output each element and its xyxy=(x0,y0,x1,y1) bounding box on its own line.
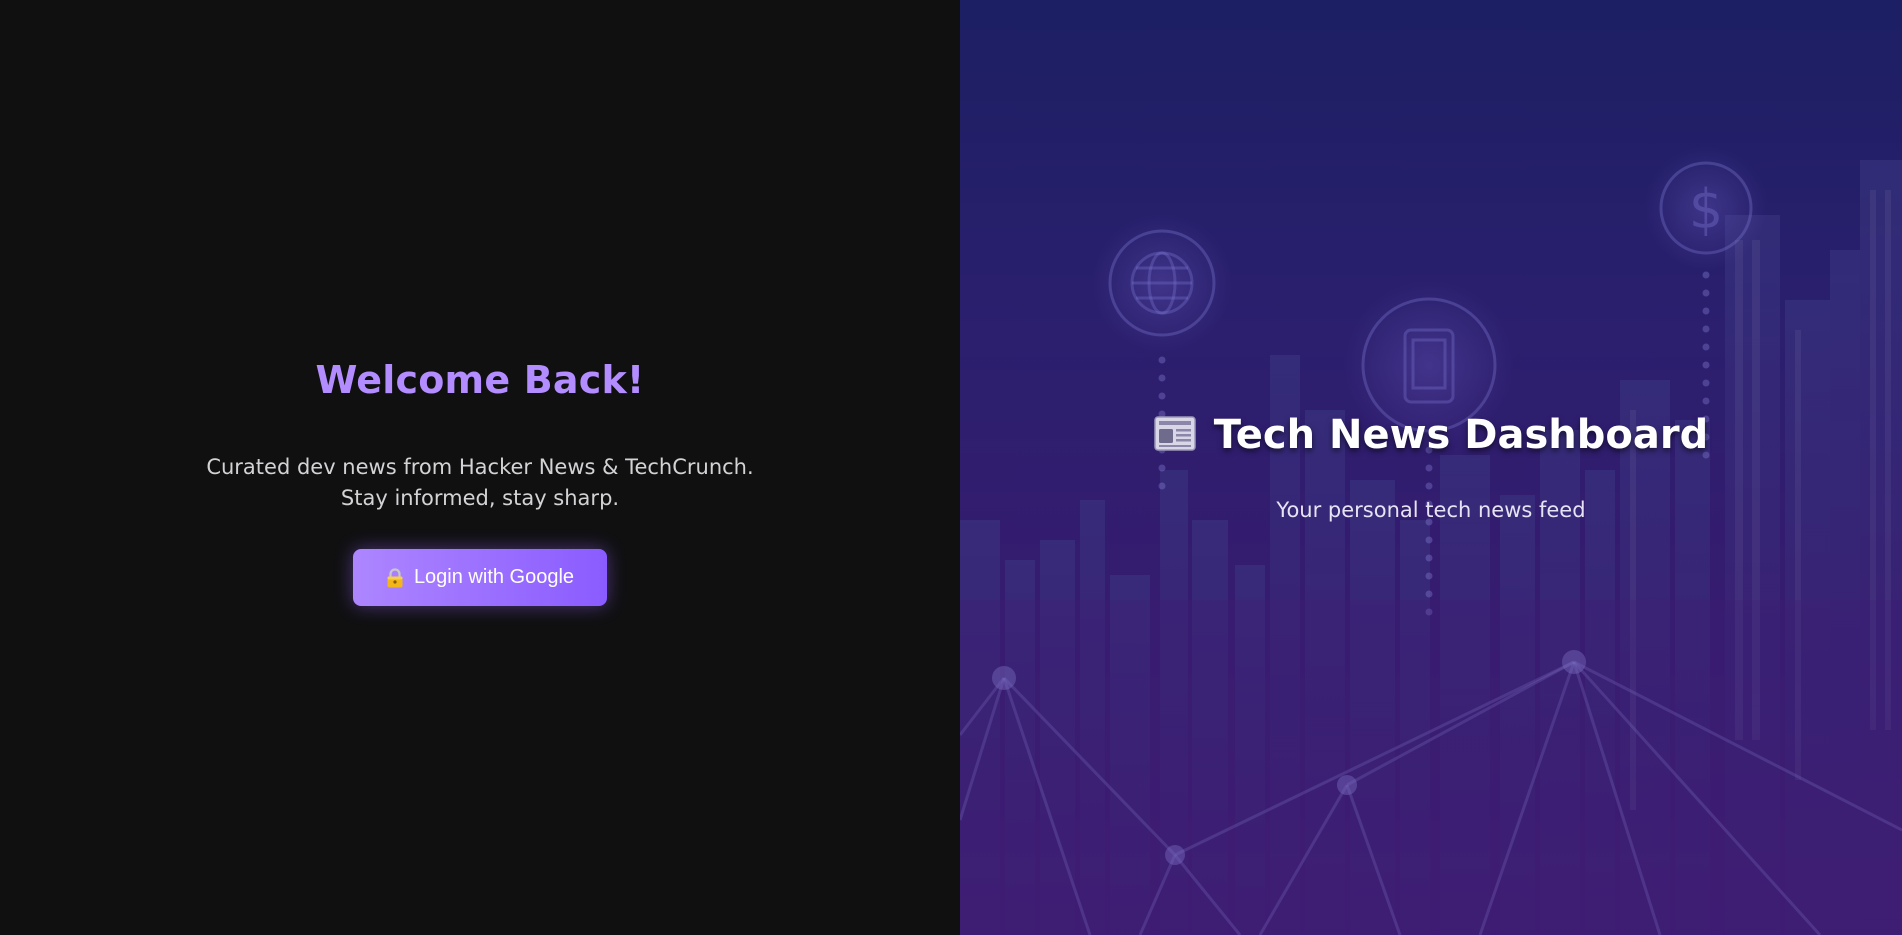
subtitle-line-1: Curated dev news from Hacker News & Tech… xyxy=(206,455,754,479)
login-page: Welcome Back! Curated dev news from Hack… xyxy=(0,0,1902,935)
dashboard-title-text: Tech News Dashboard xyxy=(1213,412,1709,458)
dashboard-subtitle: Your personal tech news feed xyxy=(1276,498,1586,522)
dashboard-title: Tech News Dashboard xyxy=(960,412,1902,458)
login-subtitle: Curated dev news from Hacker News & Tech… xyxy=(0,452,960,514)
login-button-label: Login with Google xyxy=(413,566,575,588)
lock-icon xyxy=(386,567,404,588)
city-network-background: $ xyxy=(960,146,1902,935)
welcome-heading: Welcome Back! xyxy=(315,358,645,402)
subtitle-line-2: Stay informed, stay sharp. xyxy=(340,486,620,510)
hero-panel: $ xyxy=(960,0,1902,935)
login-with-google-button[interactable]: Login with Google xyxy=(353,549,607,606)
login-panel: Welcome Back! Curated dev news from Hack… xyxy=(0,0,960,935)
newspaper-icon xyxy=(1154,414,1196,456)
